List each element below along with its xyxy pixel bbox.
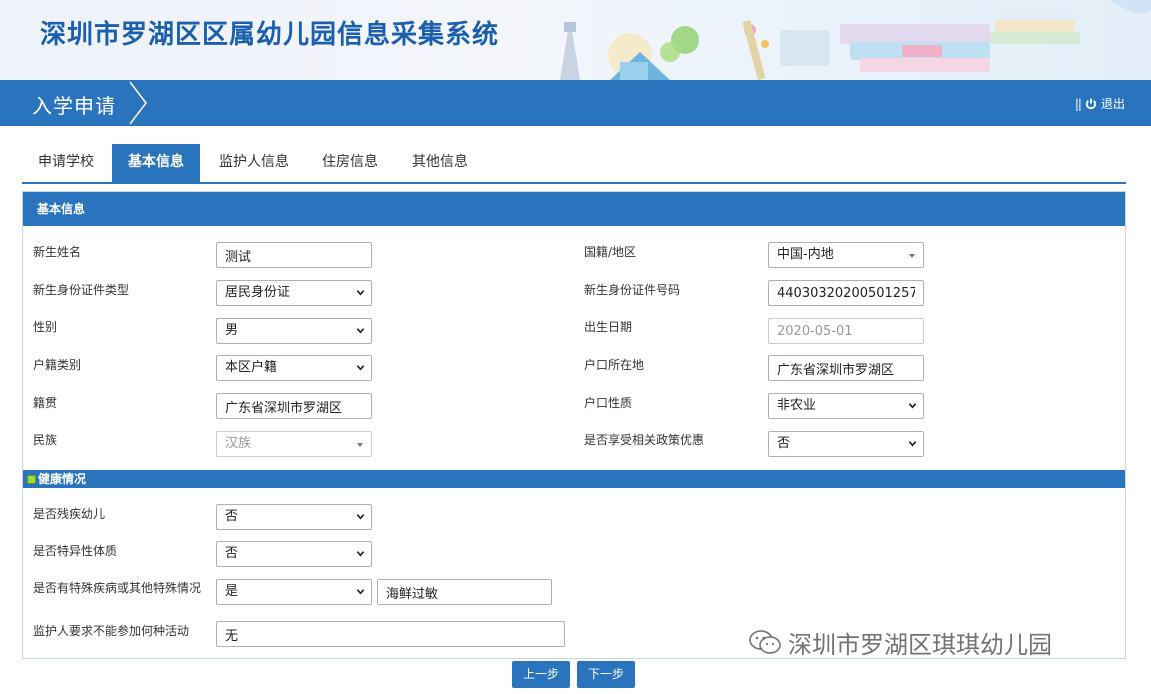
chevron-down-icon (908, 441, 917, 447)
id-type-label: 新生身份证件类型 (33, 283, 130, 297)
next-step-button[interactable]: 下一步 (577, 661, 635, 688)
id-type-select[interactable]: 居民身份证 (216, 280, 372, 306)
chevron-down-icon (908, 403, 917, 409)
hukou-location-label: 户口所在地 (584, 358, 645, 372)
chevron-down-icon (356, 290, 365, 296)
id-number-label: 新生身份证件号码 (584, 283, 681, 297)
nationality-label: 国籍/地区 (584, 245, 637, 259)
nationality-value: 中国-内地 (777, 247, 834, 262)
prev-step-button[interactable]: 上一步 (512, 661, 570, 688)
ethnicity-value: 汉族 (225, 436, 252, 451)
activity-restriction-input[interactable] (216, 621, 565, 647)
tab-other-info[interactable]: 其他信息 (398, 144, 482, 182)
hukou-nature-value: 非农业 (777, 398, 817, 413)
birthdate-input (768, 318, 924, 344)
wechat-watermark: 深圳市罗湖区琪琪幼儿园 (748, 627, 1052, 659)
dropdown-arrow-icon (357, 443, 363, 447)
chevron-down-icon (356, 589, 365, 595)
banner-illustration (560, 0, 1151, 80)
section-bullet-icon (27, 474, 36, 484)
special-constitution-select[interactable]: 否 (216, 541, 372, 567)
id-type-value: 居民身份证 (225, 285, 291, 300)
separator-icon: || (1074, 96, 1082, 111)
special-constitution-label: 是否特异性体质 (33, 544, 118, 558)
system-title: 深圳市罗湖区区属幼儿园信息采集系统 (40, 20, 500, 50)
chevron-down-icon (356, 551, 365, 557)
hukou-location-input[interactable] (768, 355, 924, 381)
watermark-text: 深圳市罗湖区琪琪幼儿园 (788, 630, 1052, 659)
hukou-nature-select[interactable]: 非农业 (768, 393, 924, 419)
health-info-header: 健康情况 (23, 470, 1125, 488)
disabled-child-label: 是否残疾幼儿 (33, 507, 106, 521)
gender-label: 性别 (33, 320, 58, 334)
policy-value: 否 (777, 436, 791, 451)
name-input[interactable] (216, 242, 372, 268)
dropdown-arrow-icon (909, 254, 915, 258)
tab-housing-info[interactable]: 住房信息 (308, 144, 392, 182)
policy-select[interactable]: 否 (768, 431, 924, 457)
chevron-down-icon (356, 365, 365, 371)
special-disease-value: 是 (225, 584, 239, 599)
gender-select[interactable]: 男 (216, 318, 372, 344)
hukou-nature-label: 户口性质 (584, 396, 633, 410)
disabled-child-select[interactable]: 否 (216, 504, 372, 530)
logout-button[interactable]: || 退出 (1075, 95, 1125, 112)
tab-bar: 申请学校 基本信息 监护人信息 住房信息 其他信息 (22, 144, 1126, 184)
wechat-icon (749, 630, 781, 654)
header-banner: 深圳市罗湖区区属幼儿园信息采集系统 (0, 0, 1151, 80)
hukou-type-select[interactable]: 本区户籍 (216, 355, 372, 381)
special-constitution-value: 否 (225, 546, 239, 561)
special-disease-detail-input[interactable] (377, 579, 552, 605)
special-disease-label: 是否有特殊疾病或其他特殊情况 (33, 581, 202, 595)
chevron-down-icon (356, 328, 365, 334)
page-title: 入学申请 (32, 94, 116, 118)
chevron-right-icon (129, 81, 147, 125)
hukou-type-label: 户籍类别 (33, 358, 82, 372)
nationality-select[interactable]: 中国-内地 (768, 242, 924, 268)
activity-restriction-label: 监护人要求不能参加何种活动 (33, 624, 190, 638)
hukou-type-value: 本区户籍 (225, 360, 278, 375)
gender-value: 男 (225, 323, 239, 338)
tab-basic-info[interactable]: 基本信息 (112, 144, 200, 182)
ethnicity-label: 民族 (33, 433, 58, 447)
special-disease-select[interactable]: 是 (216, 579, 372, 605)
tab-guardian-info[interactable]: 监护人信息 (206, 144, 302, 182)
health-info-title: 健康情况 (38, 472, 87, 486)
chevron-down-icon (356, 514, 365, 520)
name-label: 新生姓名 (33, 245, 82, 259)
disabled-child-value: 否 (225, 509, 239, 524)
native-place-label: 籍贯 (33, 396, 58, 410)
birthdate-label: 出生日期 (584, 320, 633, 334)
nav-bar: 入学申请 || 退出 (0, 80, 1151, 126)
id-number-input[interactable] (768, 280, 924, 306)
form-panel: 基本信息 新生姓名 国籍/地区 中国-内地 新生身份证件类型 居民身份证 新生身… (22, 191, 1126, 659)
basic-info-header: 基本信息 (23, 192, 1125, 226)
logout-label: 退出 (1100, 97, 1125, 111)
policy-label: 是否享受相关政策优惠 (584, 433, 705, 447)
native-place-input[interactable] (216, 393, 372, 419)
ethnicity-select: 汉族 (216, 431, 372, 457)
power-icon (1085, 98, 1097, 109)
tab-apply-school[interactable]: 申请学校 (26, 144, 106, 182)
